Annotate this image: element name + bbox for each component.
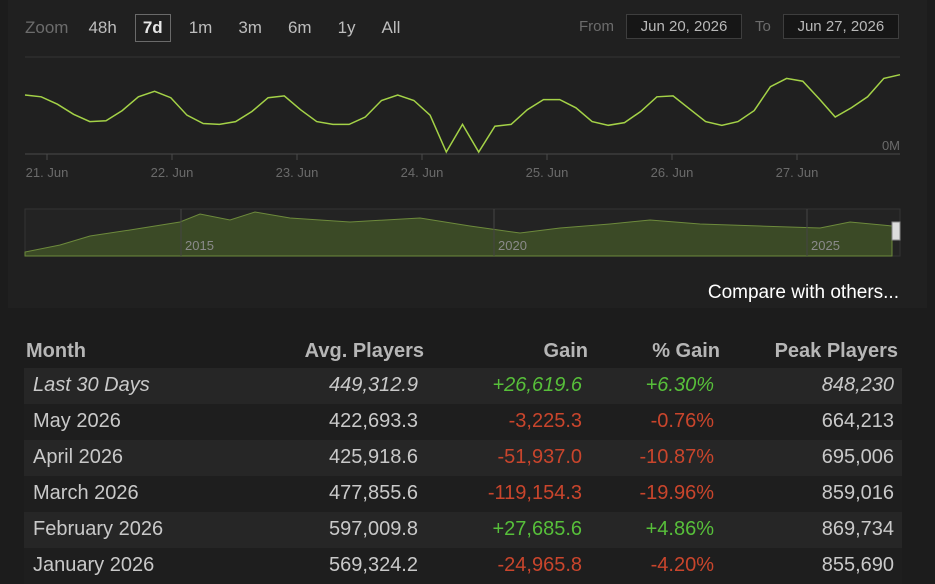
cell-month: May 2026 — [33, 410, 121, 432]
cell-month: January 2026 — [33, 554, 155, 576]
table-row: April 2026 425,918.6 -51,937.0 -10.87% 695,0… — [24, 440, 902, 476]
cell-month: February 2026 — [33, 518, 164, 540]
monthly-stats-table: Month Avg. Players Gain % Gain Peak Play… — [24, 334, 902, 584]
cell-avg-players: 597,009.8 — [329, 518, 418, 540]
table-body: Last 30 Days 449,312.9 +26,619.6 +6.30% 848,… — [24, 368, 902, 584]
x-tick-label: 21. Jun — [26, 165, 69, 180]
table-row: January 2026 569,324.2 -24,965.8 -4.20% 855,… — [24, 548, 902, 584]
cell-pct-gain: -10.87% — [639, 446, 715, 468]
x-tick-label: 22. Jun — [151, 165, 194, 180]
cell-pct-gain: -4.20% — [650, 554, 714, 576]
cell-peak-players: 695,006 — [821, 446, 894, 468]
y-axis-label: 0M — [882, 138, 900, 153]
cell-avg-players: 477,855.6 — [329, 482, 418, 504]
table-header: Month Avg. Players Gain % Gain Peak Play… — [24, 334, 902, 368]
table-row: March 2026 477,855.6 -119,154.3 -19.96% 859,… — [24, 476, 902, 512]
overview-year-label: 2025 — [811, 238, 840, 253]
cell-gain: -51,937.0 — [497, 446, 582, 468]
header-month: Month — [26, 340, 86, 362]
table-row: February 2026 597,009.8 +27,685.6 +4.86% 869… — [24, 512, 902, 548]
cell-peak-players: 855,690 — [821, 554, 894, 576]
cell-month: Last 30 Days — [33, 374, 150, 396]
header-gain: Gain — [543, 340, 588, 362]
cell-peak-players: 869,734 — [821, 518, 894, 540]
compare-link[interactable]: Compare with others... — [708, 282, 899, 304]
header-pct-gain: % Gain — [652, 340, 720, 362]
cell-month: March 2026 — [33, 482, 139, 504]
cell-avg-players: 569,324.2 — [329, 554, 418, 576]
cell-avg-players: 422,693.3 — [329, 410, 418, 432]
cell-gain: -119,154.3 — [487, 482, 582, 504]
cell-pct-gain: +4.86% — [645, 518, 714, 540]
cell-peak-players: 859,016 — [821, 482, 894, 504]
cell-avg-players: 425,918.6 — [329, 446, 418, 468]
header-peak-players: Peak Players — [774, 340, 898, 362]
x-tick-label: 24. Jun — [401, 165, 444, 180]
cell-peak-players: 664,213 — [821, 410, 894, 432]
player-count-chart[interactable]: 0M 21. Jun 22. Jun 23. Jun 24. Jun 25. Jun 26… — [0, 0, 935, 310]
series-line — [24, 73, 901, 154]
x-tick-label: 26. Jun — [651, 165, 694, 180]
cell-avg-players: 449,312.9 — [329, 374, 418, 396]
overview-handle[interactable] — [891, 221, 901, 241]
table-row: May 2026 422,693.3 -3,225.3 -0.76% 664,213 — [24, 404, 902, 440]
table-row: Last 30 Days 449,312.9 +26,619.6 +6.30% 848,… — [24, 368, 902, 404]
cell-gain: +26,619.6 — [492, 374, 582, 396]
overview-year-label: 2015 — [185, 238, 214, 253]
x-tick-label: 27. Jun — [776, 165, 819, 180]
cell-pct-gain: -19.96% — [639, 482, 715, 504]
cell-pct-gain: -0.76% — [650, 410, 714, 432]
cell-gain: -3,225.3 — [508, 410, 582, 432]
overview-year-label: 2020 — [498, 238, 527, 253]
x-tick-label: 23. Jun — [276, 165, 319, 180]
cell-peak-players: 848,230 — [821, 374, 894, 396]
header-avg-players: Avg. Players — [304, 340, 424, 362]
cell-gain: +27,685.6 — [492, 518, 582, 540]
x-tick-label: 25. Jun — [526, 165, 569, 180]
cell-pct-gain: +6.30% — [645, 374, 714, 396]
cell-gain: -24,965.8 — [497, 554, 582, 576]
cell-month: April 2026 — [33, 446, 124, 468]
